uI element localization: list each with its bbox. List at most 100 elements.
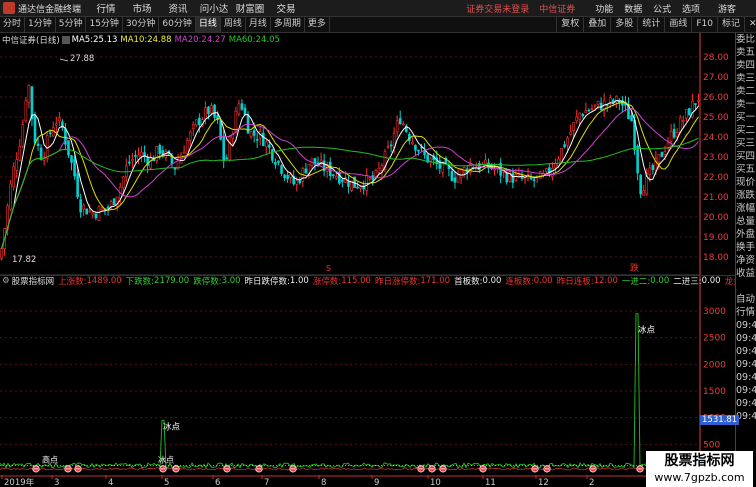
stock-name: 中信证券(日线) (2, 35, 60, 46)
indicator-item-label: 上涨数: (58, 277, 87, 287)
candle-body (158, 144, 162, 154)
title-right: 证券交易未登录 中信证券 功能 数据 公式 选项 游客 (466, 0, 756, 16)
candle-body (401, 123, 405, 126)
candle-body (429, 158, 432, 162)
tab-1min[interactable]: 1分钟 (25, 17, 56, 32)
candle-body (386, 146, 390, 148)
ice-point-label: 冰点 (638, 324, 656, 335)
candle-body (648, 167, 652, 176)
quote-panel-item: 卖二 (736, 86, 756, 97)
draw-line-button[interactable]: 画线 (664, 17, 691, 32)
candle-body (131, 159, 134, 162)
menu-ask[interactable]: 问小达 (196, 1, 232, 15)
candle-body (97, 206, 101, 222)
candle-body (663, 151, 667, 155)
tab-5min[interactable]: 5分钟 (56, 17, 87, 32)
tab-60min[interactable]: 60分钟 (159, 17, 196, 32)
candle-body (188, 131, 192, 141)
candle-body (532, 179, 536, 182)
quote-panel-item: 买四 (736, 151, 756, 162)
candle-body (697, 99, 700, 102)
candle-body (67, 140, 70, 156)
candle-body (271, 149, 274, 161)
mark-button[interactable]: 标记 (716, 17, 744, 32)
candle-body (493, 168, 496, 171)
tab-monthly[interactable]: 月线 (246, 17, 271, 32)
candle-body (341, 179, 344, 182)
tab-daily[interactable]: 日线 (195, 17, 221, 32)
quote-panel-item: 09:47 (736, 320, 756, 331)
price-tick-label: 27.00 (703, 73, 729, 83)
tab-multi-period[interactable]: 多周期 (271, 17, 305, 32)
menu-news[interactable]: 资讯 (160, 1, 196, 15)
candle-body (688, 108, 691, 116)
legend-toggle-icon[interactable] (61, 35, 70, 44)
quote-panel-item: 买二 (736, 125, 756, 136)
candle-body (380, 165, 384, 171)
indicator-item-value: 1.00 (289, 276, 309, 286)
quote-panel-item: 涨幅 (736, 203, 756, 214)
indicator-item-value: 12.00 (593, 276, 618, 286)
statistics-button[interactable]: 统计 (637, 17, 664, 32)
guest-label[interactable]: 游客 (718, 2, 736, 15)
candle-body (12, 166, 15, 188)
multi-stock-button[interactable]: 多股 (610, 17, 637, 32)
candle-body (587, 109, 591, 112)
candle-body (9, 183, 12, 210)
period-tabs: 分时 1分钟 5分钟 15分钟 30分钟 60分钟 日线 周线 月线 多周期 更… (0, 17, 330, 32)
price-tick-label: 20.00 (703, 213, 729, 223)
chart-tools: 复权 叠加 多股 统计 画线 F10 标记 ✕ (556, 17, 756, 32)
candle-body (608, 97, 612, 103)
tab-intraday[interactable]: 分时 (0, 17, 26, 32)
candle-body (651, 164, 655, 170)
indicator-item-label: 连板数: (505, 277, 534, 287)
close-icon[interactable]: ✕ (744, 17, 756, 32)
watermark-title: 股票指标网 (664, 453, 735, 469)
chart-canvas[interactable]: 28.0027.0026.0025.0024.0023.0022.0021.00… (0, 33, 735, 487)
broker-name[interactable]: 中信证券 (539, 2, 575, 15)
menu-options[interactable]: 选项 (682, 5, 700, 15)
indicator-item-value: 3.00 (221, 276, 241, 286)
date-tick-label: 8 (321, 478, 326, 487)
ma20-line (1, 107, 699, 249)
menu-quotes[interactable]: 行情 (88, 1, 124, 15)
tab-weekly[interactable]: 周线 (221, 17, 246, 32)
menu-functions[interactable]: 功能 (595, 5, 613, 15)
tab-30min[interactable]: 30分钟 (123, 17, 160, 32)
ma5-line (1, 99, 699, 249)
candle-body (636, 145, 639, 174)
candle-body (453, 177, 457, 183)
overlay-button[interactable]: 叠加 (583, 17, 610, 32)
candle-body (255, 138, 259, 141)
indicator-tick-label: 1500 (703, 387, 726, 397)
ma10-value: 24.88 (147, 34, 172, 45)
quote-panel-item: 收益 (736, 268, 756, 279)
candle-body (581, 114, 585, 117)
date-tick-label: 6 (215, 478, 220, 487)
candle-body (669, 130, 673, 142)
candle-body (347, 181, 350, 187)
menu-data[interactable]: 数据 (624, 5, 642, 15)
candle-body (210, 105, 213, 114)
candle-body (639, 174, 642, 195)
candle-body (672, 128, 676, 138)
menu-formula[interactable]: 公式 (653, 5, 671, 15)
menu-wealth[interactable]: 财富圈 (232, 1, 268, 15)
menu-market[interactable]: 市场 (124, 1, 160, 15)
tab-15min[interactable]: 15分钟 (86, 17, 123, 32)
candle-body (82, 204, 85, 210)
system-menu: 功能 数据 公式 选项 (595, 2, 708, 15)
restore-rights-button[interactable]: 复权 (556, 17, 583, 32)
f10-button[interactable]: F10 (691, 17, 717, 32)
hot-point-label: 高点 (42, 454, 58, 464)
candle-body (191, 124, 195, 129)
candle-body (584, 110, 588, 113)
login-status[interactable]: 证券交易未登录 (466, 2, 529, 15)
tab-more[interactable]: 更多 (305, 17, 330, 32)
candle-body (140, 151, 143, 157)
indicator-settings-icon[interactable]: ⚙ (2, 276, 10, 286)
menu-trade[interactable]: 交易 (268, 1, 304, 15)
date-tick-label: 5 (164, 478, 169, 487)
date-tick-label: 12 (538, 478, 549, 487)
candle-body (195, 119, 198, 126)
